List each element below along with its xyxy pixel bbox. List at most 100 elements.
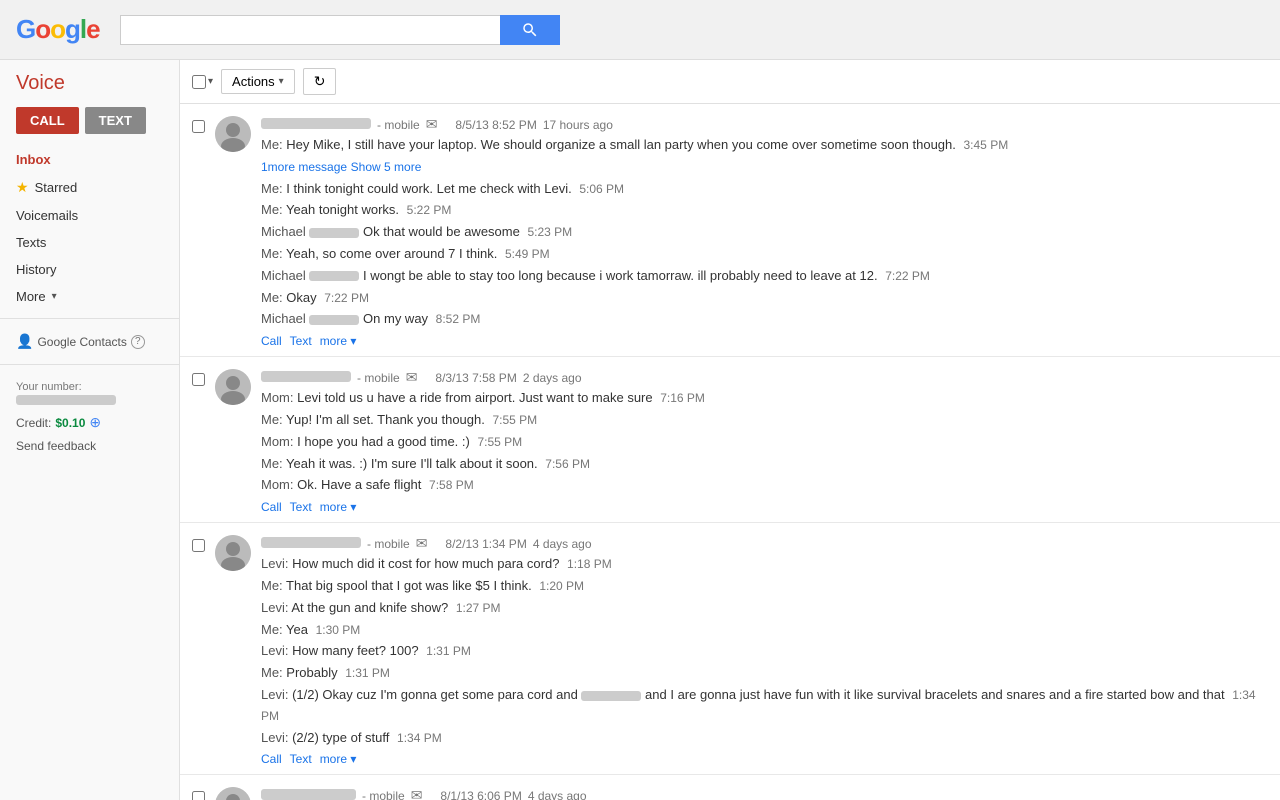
conv-actions: Call Text more ▾: [261, 500, 1268, 514]
conv-message: Me: Yup! I'm all set. Thank you though. …: [261, 410, 1268, 431]
conv-message: Me: Yeah tonight works. 5:22 PM: [261, 200, 1268, 221]
checkbox-dropdown-arrow[interactable]: ▾: [208, 76, 213, 87]
conv-message: Me: I think tonight could work. Let me c…: [261, 179, 1268, 200]
conv-date: 8/5/13 8:52 PM: [455, 118, 536, 132]
conv-message: Mom: Levi told us u have a ride from air…: [261, 388, 1268, 409]
conv-message: Me: Yea 1:30 PM: [261, 620, 1268, 641]
credit-value: $0.10: [55, 416, 85, 430]
send-feedback-link[interactable]: Send feedback: [16, 439, 163, 453]
conv-mobile: - mobile: [377, 118, 420, 132]
your-number-value: [16, 395, 116, 405]
contact-blurred: [309, 228, 359, 238]
text-link[interactable]: Text: [290, 334, 312, 348]
call-link[interactable]: Call: [261, 334, 282, 348]
refresh-button[interactable]: ↻: [303, 68, 337, 95]
your-number-label: Your number:: [16, 381, 163, 393]
conv-body: - mobile ✉ 8/3/13 7:58 PM 2 days ago Mom…: [261, 369, 1268, 514]
actions-label: Actions: [232, 74, 275, 89]
conv-mobile: - mobile: [357, 371, 400, 385]
conversation-item: - mobile ✉ 8/5/13 8:52 PM 17 hours ago M…: [180, 104, 1280, 357]
search-icon: [521, 21, 539, 39]
conv-body: - mobile ✉ 8/1/13 6:06 PM 4 days ago Kri…: [261, 787, 1268, 800]
conv-ago: 17 hours ago: [543, 118, 613, 132]
conv-message: Me: Yeah it was. :) I'm sure I'll talk a…: [261, 454, 1268, 475]
actions-button[interactable]: Actions ▾: [221, 69, 295, 94]
avatar: [215, 116, 251, 152]
conv-date: 8/3/13 7:58 PM: [435, 371, 516, 385]
more-actions-link[interactable]: more ▾: [320, 752, 357, 766]
conv-checkbox[interactable]: [192, 791, 205, 800]
sidebar-item-inbox[interactable]: Inbox: [0, 146, 179, 173]
avatar: [215, 787, 251, 800]
contact-blurred: [581, 691, 641, 701]
conv-date: 8/1/13 6:06 PM: [440, 789, 521, 800]
more-messages-link[interactable]: 1more message: [261, 160, 347, 174]
credit-row: Credit: $0.10 ⊕: [16, 414, 163, 431]
call-link[interactable]: Call: [261, 500, 282, 514]
avatar-icon: [215, 535, 251, 571]
sidebar-item-voicemails[interactable]: Voicemails: [0, 202, 179, 229]
star-icon: ★: [16, 179, 29, 196]
envelope-icon: ✉: [416, 535, 428, 552]
sidebar-bottom: Your number: Credit: $0.10 ⊕ Send feedba…: [0, 373, 179, 461]
sidebar-item-more[interactable]: More ▾: [0, 283, 179, 310]
voicemails-label: Voicemails: [16, 208, 78, 223]
select-all-checkbox[interactable]: [192, 75, 206, 89]
texts-label: Texts: [16, 235, 46, 250]
conv-body: - mobile ✉ 8/2/13 1:34 PM 4 days ago Lev…: [261, 535, 1268, 766]
avatar-icon: [215, 116, 251, 152]
main-content: ▾ Actions ▾ ↻: [180, 60, 1280, 800]
conv-message: Me: That big spool that I got was like $…: [261, 576, 1268, 597]
sidebar-item-history[interactable]: History: [0, 256, 179, 283]
more-label: More: [16, 289, 46, 304]
conv-message: Levi: (2/2) type of stuff 1:34 PM: [261, 728, 1268, 749]
conv-message: Me: Hey Mike, I still have your laptop. …: [261, 135, 1268, 156]
history-label: History: [16, 262, 56, 277]
contact-name: [261, 789, 356, 800]
text-button[interactable]: TEXT: [85, 107, 146, 134]
search-button[interactable]: [500, 15, 560, 45]
more-arrow-icon: ▾: [52, 291, 57, 302]
conv-checkbox[interactable]: [192, 373, 205, 386]
add-credit-button[interactable]: ⊕: [89, 414, 101, 431]
conv-show-more: 1more message Show 5 more: [261, 157, 1268, 178]
help-icon[interactable]: ?: [131, 335, 145, 349]
contact-name: [261, 371, 351, 382]
sidebar-item-starred[interactable]: ★ Starred: [0, 173, 179, 202]
credit-label: Credit:: [16, 416, 51, 430]
toolbar: ▾ Actions ▾ ↻: [180, 60, 1280, 104]
conv-message: Mom: Ok. Have a safe flight 7:58 PM: [261, 475, 1268, 496]
conv-message: Levi: How much did it cost for how much …: [261, 554, 1268, 575]
contact-blurred: [309, 271, 359, 281]
envelope-icon: ✉: [426, 116, 438, 133]
search-input[interactable]: [120, 15, 500, 45]
text-link[interactable]: Text: [290, 500, 312, 514]
actions-dropdown-arrow: ▾: [279, 76, 284, 87]
inbox-label: Inbox: [16, 152, 51, 167]
google-contacts-link[interactable]: 👤 Google Contacts ?: [0, 327, 179, 356]
call-link[interactable]: Call: [261, 752, 282, 766]
show-5-more-link[interactable]: Show 5 more: [351, 160, 422, 174]
conv-header: - mobile ✉ 8/3/13 7:58 PM 2 days ago: [261, 369, 1268, 386]
more-actions-link[interactable]: more ▾: [320, 500, 357, 514]
text-link[interactable]: Text: [290, 752, 312, 766]
google-logo: Google: [16, 14, 100, 45]
more-actions-link[interactable]: more ▾: [320, 334, 357, 348]
conv-message: Mom: I hope you had a good time. :) 7:55…: [261, 432, 1268, 453]
conv-checkbox[interactable]: [192, 120, 205, 133]
sidebar-item-texts[interactable]: Texts: [0, 229, 179, 256]
conv-checkbox[interactable]: [192, 539, 205, 552]
person-icon: 👤: [16, 333, 33, 350]
conv-message: Me: Okay 7:22 PM: [261, 288, 1268, 309]
conv-mobile: - mobile: [367, 537, 410, 551]
conversation-item: - mobile ✉ 8/3/13 7:58 PM 2 days ago Mom…: [180, 357, 1280, 523]
conv-message: Michael Ok that would be awesome 5:23 PM: [261, 222, 1268, 243]
conv-message: Levi: At the gun and knife show? 1:27 PM: [261, 598, 1268, 619]
avatar-icon: [215, 787, 251, 800]
sidebar: Voice CALL TEXT Inbox ★ Starred Voicemai…: [0, 60, 180, 800]
conv-body: - mobile ✉ 8/5/13 8:52 PM 17 hours ago M…: [261, 116, 1268, 348]
conv-ago: 4 days ago: [533, 537, 592, 551]
conv-header: - mobile ✉ 8/5/13 8:52 PM 17 hours ago: [261, 116, 1268, 133]
call-button[interactable]: CALL: [16, 107, 79, 134]
conv-message: Me: Yeah, so come over around 7 I think.…: [261, 244, 1268, 265]
